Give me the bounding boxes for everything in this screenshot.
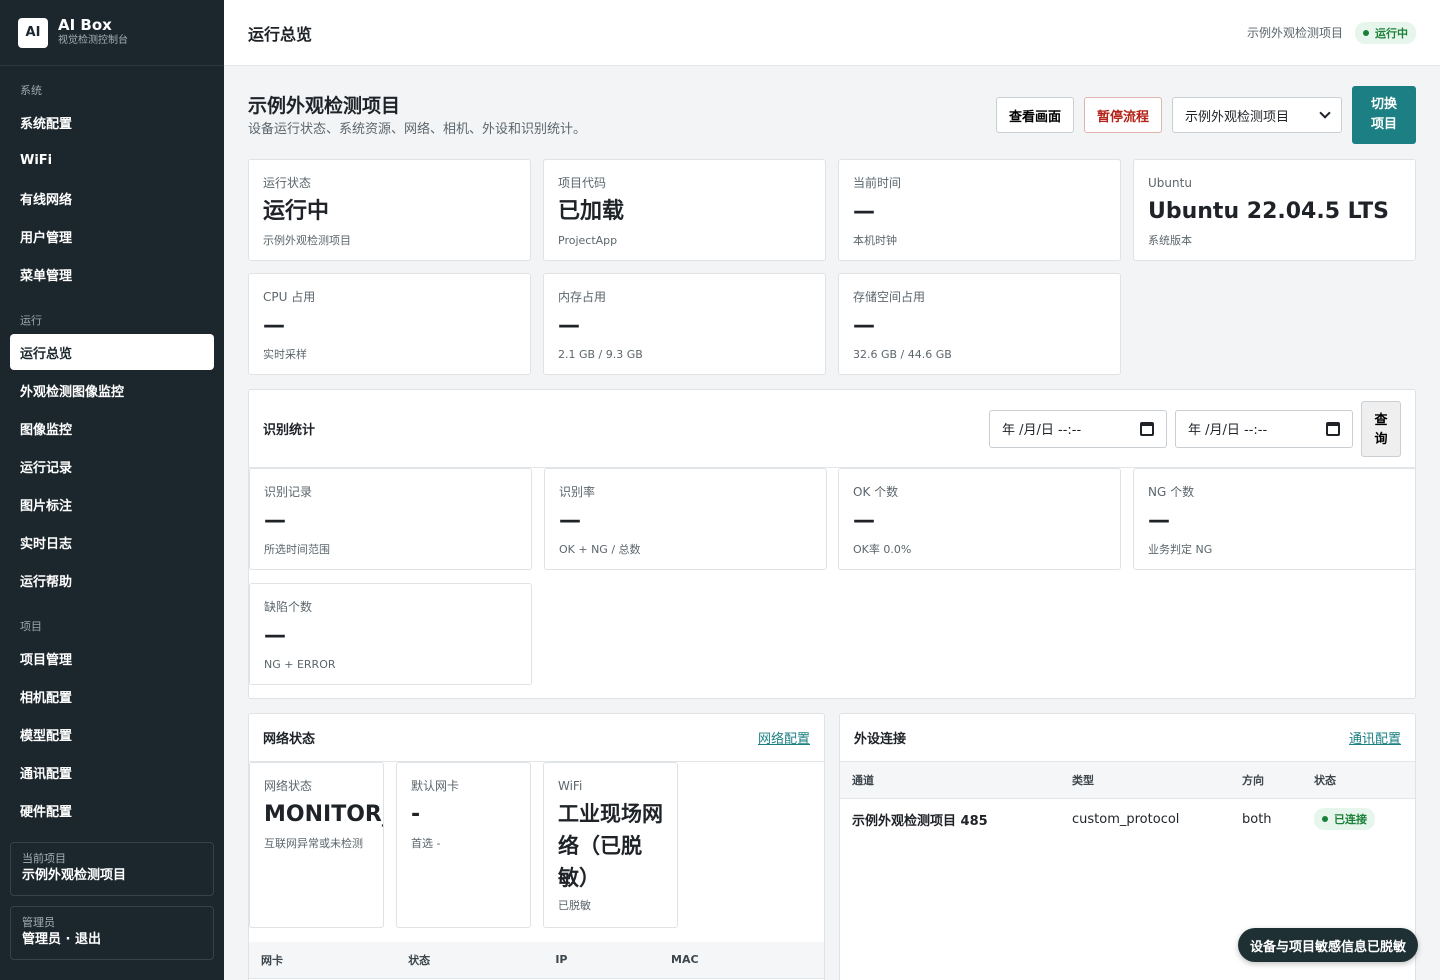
status-dot-icon	[1322, 816, 1328, 823]
sidebar-item-comm[interactable]: 通讯配置	[10, 754, 214, 790]
nav-section-project: 项目 项目管理 相机配置 模型配置 通讯配置 硬件配置	[0, 618, 224, 830]
recog-card-ng: NG 个数 — 业务判定 NG	[1133, 468, 1416, 570]
recog-card-records: 识别记录 — 所选时间范围	[249, 468, 532, 570]
network-status-card: 网络状态 MONITOR_O 互联网异常或未检测	[249, 762, 384, 928]
network-table: 网卡 状态 IP MAC	[249, 942, 824, 979]
sidebar-item-model[interactable]: 模型配置	[10, 716, 214, 752]
sidebar-item-projects[interactable]: 项目管理	[10, 640, 214, 676]
sidebar-item-hardware[interactable]: 硬件配置	[10, 792, 214, 828]
brand-subtitle: 视觉检测控制台	[58, 35, 128, 46]
comm-config-link[interactable]: 通讯配置	[1349, 728, 1401, 747]
admin-logout[interactable]: 管理员 · 退出	[22, 930, 202, 949]
peripheral-title: 外设连接	[854, 732, 907, 747]
current-project-card: 当前项目 示例外观检测项目	[10, 842, 214, 896]
recog-card-defects: 缺陷个数 — NG + ERROR	[249, 583, 532, 685]
sidebar-item-overview[interactable]: 运行总览	[10, 334, 214, 370]
topbar: 运行总览 示例外观检测项目 运行中	[224, 0, 1440, 66]
stat-card-ubuntu: Ubuntu Ubuntu 22.04.5 LTS 系统版本	[1133, 159, 1416, 261]
sidebar-item-live-log[interactable]: 实时日志	[10, 524, 214, 560]
admin-card[interactable]: 管理员 管理员 · 退出	[10, 906, 214, 960]
toast-notification: 设备与项目敏感信息已脱敏	[1237, 928, 1418, 962]
stat-card-current-time: 当前时间 — 本机时钟	[838, 159, 1121, 261]
sidebar-item-help[interactable]: 运行帮助	[10, 562, 214, 598]
stat-card-project-code: 项目代码 已加载 ProjectApp	[543, 159, 826, 261]
nav-section-run: 运行 运行总览 外观检测图像监控 图像监控 运行记录 图片标注 实时日志 运行帮…	[0, 312, 224, 600]
nav-section-system: 系统 系统配置 WiFi 有线网络 用户管理 菜单管理	[0, 82, 224, 294]
recognition-title: 识别统计	[263, 423, 316, 438]
stat-card-run-status: 运行状态 运行中 示例外观检测项目	[248, 159, 531, 261]
topbar-title: 运行总览	[248, 24, 313, 44]
recognition-stats-panel: 识别统计 年 /月/日 --:-- 年 /月/日 --:-- 查询 识别记录 —…	[248, 389, 1416, 699]
page-subtitle: 设备运行状态、系统资源、网络、相机、外设和识别统计。	[248, 122, 587, 137]
peripheral-header: 外设连接 通讯配置	[840, 714, 1415, 762]
sidebar-item-menus[interactable]: 菜单管理	[10, 256, 214, 292]
sidebar-item-system-config[interactable]: 系统配置	[10, 104, 214, 140]
connection-status-badge: 已连接	[1314, 808, 1375, 831]
switch-project-button[interactable]: 切换 项目	[1352, 86, 1416, 144]
network-config-link[interactable]: 网络配置	[758, 728, 810, 747]
stat-card-cpu: CPU 占用 — 实时采样	[248, 273, 531, 375]
admin-label: 管理员	[22, 916, 55, 929]
stat-card-storage: 存储空间占用 — 32.6 GB / 44.6 GB	[838, 273, 1121, 375]
table-row: 示例外观检测项目 485 custom_protocol both 已连接	[840, 798, 1415, 840]
page-title: 示例外观检测项目	[248, 95, 401, 117]
recog-card-ok: OK 个数 — OK率 0.0%	[838, 468, 1121, 570]
current-project-label: 当前项目	[22, 852, 66, 865]
peripheral-table: 通道 类型 方向 状态 示例外观检测项目 485 custom_protocol…	[840, 762, 1415, 840]
nav-heading: 运行	[20, 314, 42, 327]
stat-card-memory: 内存占用 — 2.1 GB / 9.3 GB	[543, 273, 826, 375]
sidebar: AI AI Box 视觉检测控制台 系统 系统配置 WiFi 有线网络 用户管理…	[0, 0, 224, 980]
default-nic-card: 默认网卡 - 首选 -	[396, 762, 531, 928]
recognition-header: 识别统计 年 /月/日 --:-- 年 /月/日 --:-- 查询	[249, 390, 1415, 468]
wifi-card: WiFi 工业现场网络（已脱敏） 已脱敏	[543, 762, 678, 928]
sidebar-item-wired-network[interactable]: 有线网络	[10, 180, 214, 216]
brand-logo: AI	[18, 17, 48, 48]
sidebar-item-camera[interactable]: 相机配置	[10, 678, 214, 714]
status-badge: 运行中	[1355, 21, 1416, 44]
view-screen-button[interactable]: 查看画面	[995, 97, 1074, 133]
project-select[interactable]: 示例外观检测项目	[1172, 97, 1342, 133]
main-content: 示例外观检测项目 设备运行状态、系统资源、网络、相机、外设和识别统计。 查看画面…	[224, 66, 1440, 980]
sidebar-item-inspection-monitor[interactable]: 外观检测图像监控	[10, 372, 214, 408]
sidebar-item-wifi[interactable]: WiFi	[10, 142, 214, 178]
brand-title: AI Box	[58, 16, 112, 34]
network-panel: 网络状态 网络配置 网络状态 MONITOR_O 互联网异常或未检测 默认网卡 …	[248, 713, 825, 980]
end-date-input[interactable]: 年 /月/日 --:--	[1175, 409, 1353, 448]
topbar-project: 示例外观检测项目	[1246, 26, 1343, 40]
start-date-input[interactable]: 年 /月/日 --:--	[989, 409, 1167, 448]
page-actions: 查看画面 暂停流程 示例外观检测项目 切换 项目	[995, 86, 1416, 144]
calendar-icon	[1140, 421, 1154, 436]
sidebar-item-image-annotation[interactable]: 图片标注	[10, 486, 214, 522]
calendar-icon	[1326, 421, 1340, 436]
sidebar-item-users[interactable]: 用户管理	[10, 218, 214, 254]
chevron-down-icon	[1319, 107, 1331, 119]
pause-flow-button[interactable]: 暂停流程	[1083, 97, 1162, 133]
recog-card-rate: 识别率 — OK + NG / 总数	[544, 468, 827, 570]
sidebar-item-image-monitor[interactable]: 图像监控	[10, 410, 214, 446]
network-header: 网络状态 网络配置	[249, 714, 824, 762]
query-button[interactable]: 查询	[1361, 400, 1401, 457]
network-title: 网络状态	[263, 732, 316, 747]
sidebar-item-run-records[interactable]: 运行记录	[10, 448, 214, 484]
nav-heading: 项目	[20, 620, 42, 633]
current-project-value: 示例外观检测项目	[22, 868, 127, 883]
status-dot-icon	[1363, 29, 1369, 36]
nav-heading: 系统	[20, 84, 42, 97]
brand: AI AI Box 视觉检测控制台	[0, 0, 224, 66]
